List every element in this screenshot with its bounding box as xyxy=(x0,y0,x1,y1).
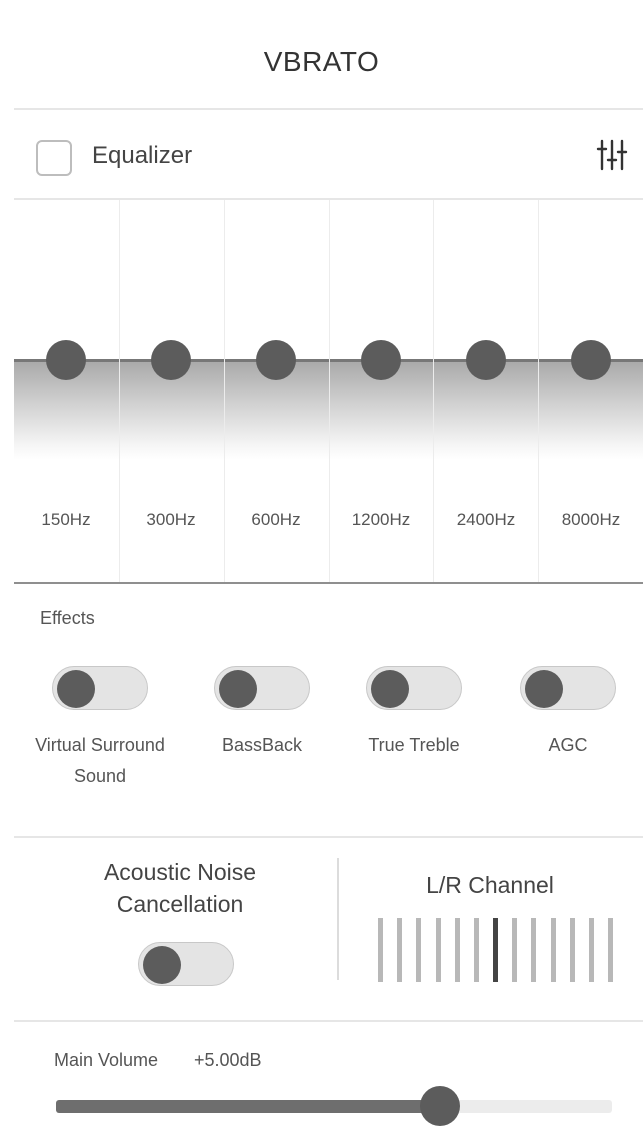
equalizer-band-frequency: 300Hz xyxy=(146,510,196,529)
lr-channel-tick xyxy=(531,918,536,982)
equalizer-bands: 150Hz 300Hz 600Hz 1200Hz 2400Hz 8000Hz xyxy=(14,200,643,584)
lr-channel-title: L/R Channel xyxy=(426,872,554,898)
main-volume-label: Main Volume xyxy=(54,1050,159,1070)
lr-channel-tick xyxy=(589,918,594,982)
lr-channel-tick xyxy=(397,918,402,982)
effect-toggle-knob xyxy=(57,670,95,708)
app-header: VBRATO xyxy=(0,0,643,110)
equalizer-band-knob[interactable] xyxy=(256,340,296,380)
header-divider xyxy=(14,108,643,110)
equalizer-label: Equalizer xyxy=(92,142,193,169)
effects-divider xyxy=(14,836,643,838)
effect-label: AGC xyxy=(548,735,588,755)
anc-toggle[interactable] xyxy=(138,942,234,986)
effect-toggle-knob xyxy=(525,670,563,708)
lr-channel-tick xyxy=(378,918,383,982)
effect-toggle-knob xyxy=(371,670,409,708)
equalizer-band-divider xyxy=(224,200,225,584)
effect-toggle-knob xyxy=(219,670,257,708)
main-volume-fill xyxy=(56,1100,440,1113)
equalizer-band-frequency: 600Hz xyxy=(251,510,301,529)
main-volume-knob[interactable] xyxy=(420,1086,460,1126)
lr-channel-tick xyxy=(455,918,460,982)
equalizer-band-frequency: 150Hz xyxy=(41,510,91,529)
equalizer-band-frequency: 8000Hz xyxy=(561,510,621,529)
main-volume-track[interactable] xyxy=(56,1100,612,1113)
lr-channel-balance[interactable] xyxy=(378,918,618,982)
section-divider xyxy=(337,858,339,980)
effect-toggle[interactable] xyxy=(520,666,616,710)
lr-channel-tick xyxy=(551,918,556,982)
sliders-icon[interactable] xyxy=(596,138,628,172)
lr-channel-indicator xyxy=(493,918,498,982)
equalizer-band-frequency: 1200Hz xyxy=(351,510,411,529)
equalizer-band-knob[interactable] xyxy=(571,340,611,380)
effect-label: BassBack xyxy=(221,735,303,755)
effect-toggle[interactable] xyxy=(214,666,310,710)
anc-toggle-knob xyxy=(143,946,181,984)
equalizer-band-knob[interactable] xyxy=(361,340,401,380)
equalizer-band-frequency: 2400Hz xyxy=(456,510,516,529)
lr-channel-tick xyxy=(474,918,479,982)
effect-label: Virtual Surround Sound xyxy=(35,735,165,786)
effect-toggle[interactable] xyxy=(366,666,462,710)
lr-channel-tick xyxy=(570,918,575,982)
equalizer-band-divider xyxy=(329,200,330,584)
lr-channel-tick xyxy=(608,918,613,982)
channel-divider xyxy=(14,1020,643,1022)
equalizer-band-knob[interactable] xyxy=(466,340,506,380)
equalizer-band-divider xyxy=(433,200,434,584)
lr-channel-tick xyxy=(512,918,517,982)
main-volume-value: +5.00dB xyxy=(194,1050,262,1070)
lr-channel-tick xyxy=(436,918,441,982)
effects-label: Effects xyxy=(40,608,95,628)
app-title: VBRATO xyxy=(263,46,380,77)
equalizer-band-knob[interactable] xyxy=(151,340,191,380)
anc-title: Acoustic Noise Cancellation xyxy=(103,859,257,917)
equalizer-checkbox[interactable] xyxy=(36,140,72,176)
effect-label: True Treble xyxy=(368,735,460,755)
equalizer-bottom-divider xyxy=(14,582,643,584)
equalizer-band-divider xyxy=(538,200,539,584)
lr-channel-tick xyxy=(416,918,421,982)
effect-toggle[interactable] xyxy=(52,666,148,710)
equalizer-band-divider xyxy=(119,200,120,584)
equalizer-band-knob[interactable] xyxy=(46,340,86,380)
